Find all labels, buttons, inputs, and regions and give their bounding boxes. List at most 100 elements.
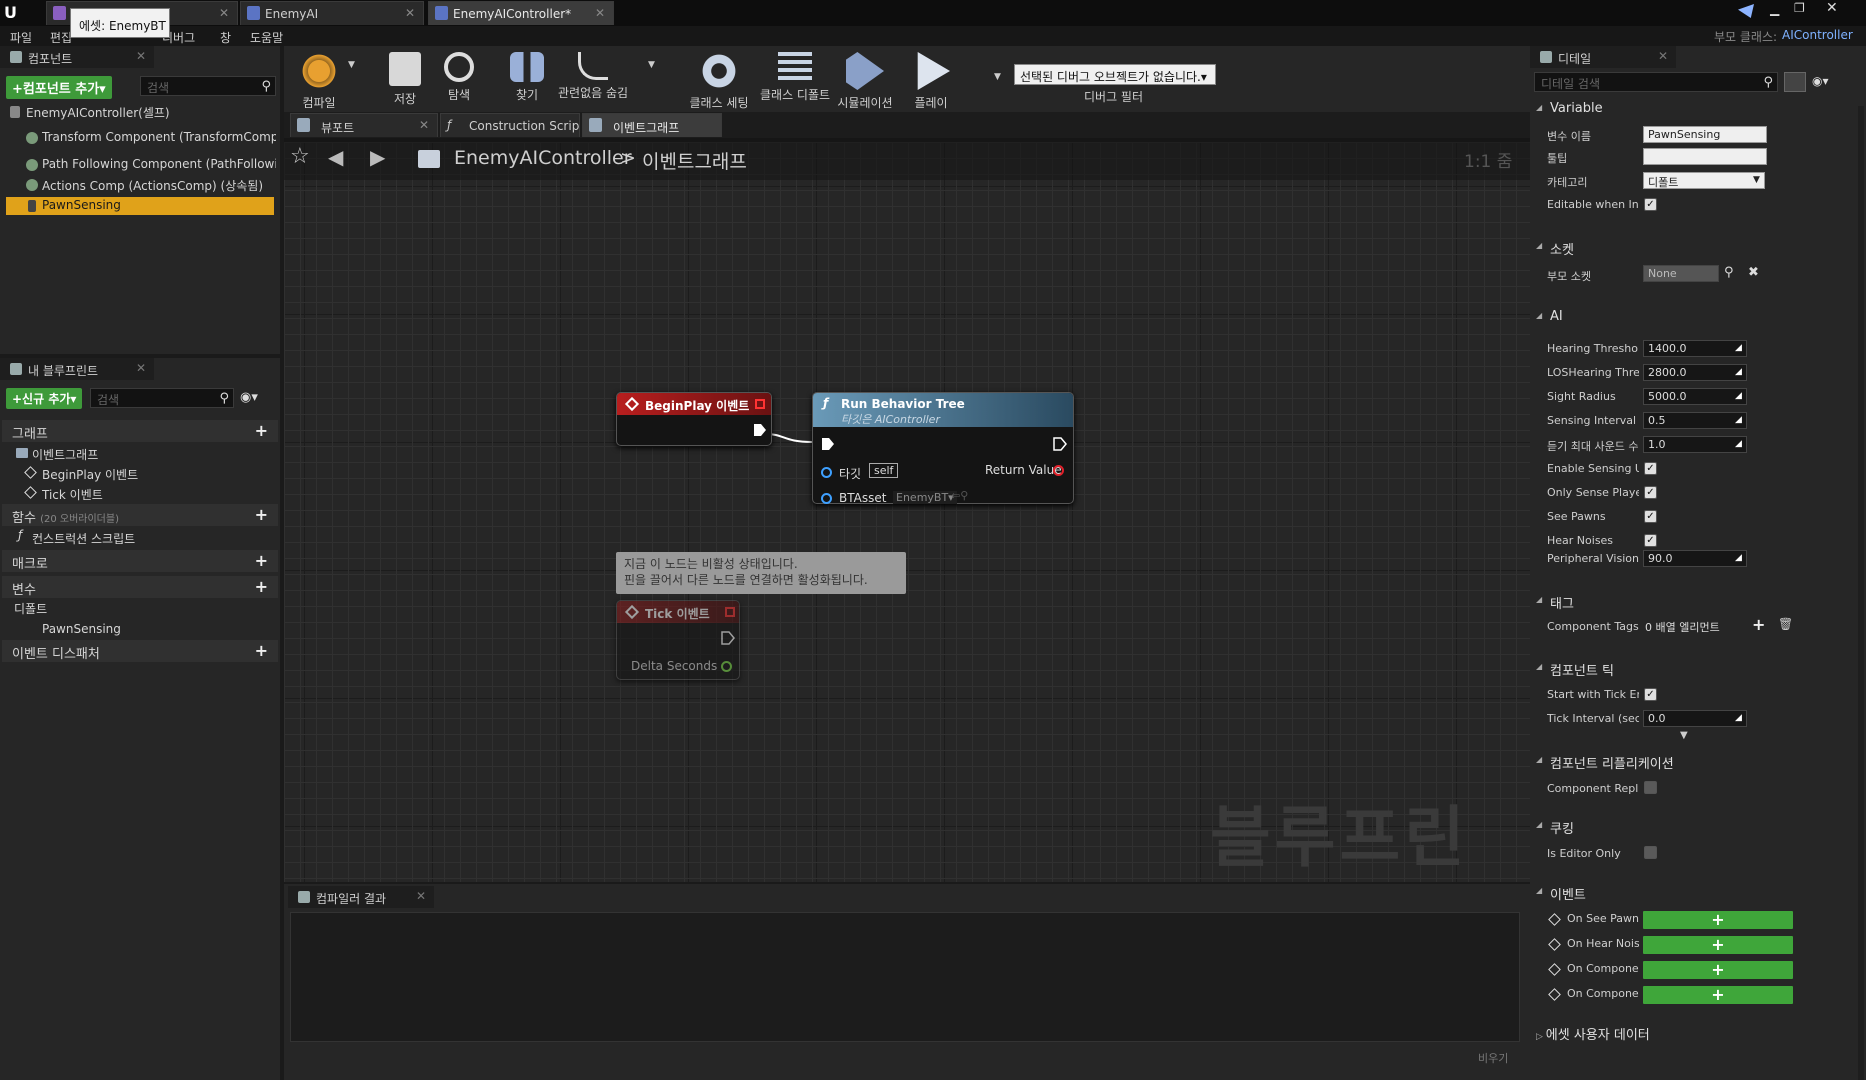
- tick-item[interactable]: Tick 이벤트: [42, 486, 103, 503]
- component-search-input[interactable]: 검색 ⚲: [140, 76, 276, 96]
- class-settings-button[interactable]: 클래스 세팅: [684, 50, 754, 112]
- target-pin[interactable]: [821, 467, 832, 478]
- breadcrumb-blueprint[interactable]: EnemyAIController: [454, 147, 632, 169]
- exec-in-pin[interactable]: [821, 437, 835, 451]
- parent-class-link[interactable]: AIController: [1782, 28, 1853, 42]
- return-value-pin[interactable]: [1053, 465, 1064, 476]
- ai-checkbox[interactable]: ✓: [1644, 510, 1657, 523]
- play-options-icon[interactable]: ▼: [994, 72, 1001, 82]
- variable-pawnsensing[interactable]: PawnSensing: [42, 622, 121, 636]
- close-icon[interactable]: ✕: [419, 118, 429, 132]
- variable-category-default[interactable]: 디폴트: [14, 600, 47, 617]
- debug-object-dropdown[interactable]: 선택된 디버그 오브젝트가 없습니다.▾: [1014, 64, 1216, 85]
- beginplay-node[interactable]: BeginPlay 이벤트: [616, 392, 772, 446]
- back-arrow-icon[interactable]: ◀: [328, 145, 343, 169]
- editable-when-inherited-checkbox[interactable]: ✓: [1644, 198, 1657, 211]
- asset-user-data-section[interactable]: ▷ 에셋 사용자 데이터: [1536, 1024, 1650, 1043]
- tooltip-input[interactable]: [1643, 148, 1767, 165]
- minimize-button[interactable]: ▁: [1770, 2, 1790, 16]
- delegate-pin[interactable]: [725, 607, 735, 617]
- details-section-socket[interactable]: 소켓: [1530, 236, 1866, 258]
- ai-property-input[interactable]: 1.0 ◢: [1643, 436, 1747, 453]
- add-event-button[interactable]: +: [1643, 961, 1793, 979]
- search-socket-icon[interactable]: ⚲: [1724, 265, 1734, 280]
- breadcrumb-graph[interactable]: 이벤트그래프: [642, 147, 747, 174]
- ai-checkbox[interactable]: ✓: [1644, 486, 1657, 499]
- add-function-icon[interactable]: +: [255, 505, 268, 524]
- category-dropdown[interactable]: 디폴트 ▼: [1643, 172, 1765, 189]
- delegate-pin[interactable]: [755, 399, 765, 409]
- ai-property-input[interactable]: 5000.0 ◢: [1643, 388, 1747, 405]
- clear-button[interactable]: 비우기: [1478, 1050, 1508, 1066]
- start-with-tick-checkbox[interactable]: ✓: [1644, 688, 1657, 701]
- simulation-button[interactable]: 시뮬레이션: [830, 50, 900, 112]
- close-icon[interactable]: ✕: [219, 6, 229, 20]
- ai-property-input[interactable]: 1400.0 ◢: [1643, 340, 1747, 357]
- compile-options-icon[interactable]: ▼: [348, 60, 355, 70]
- tab-event-graph[interactable]: 이벤트그래프: [582, 113, 722, 137]
- add-macro-icon[interactable]: +: [255, 551, 268, 570]
- add-event-button[interactable]: +: [1643, 936, 1793, 954]
- details-section-replication[interactable]: 컴포넌트 리플리케이션: [1530, 750, 1866, 772]
- exec-out-pin[interactable]: [753, 423, 767, 437]
- exec-out-pin[interactable]: [1053, 437, 1067, 451]
- property-matrix-icon[interactable]: [1784, 72, 1806, 92]
- is-editor-only-checkbox[interactable]: [1644, 846, 1657, 859]
- details-section-ai[interactable]: AI: [1530, 306, 1866, 328]
- begin-play-item[interactable]: BeginPlay 이벤트: [42, 466, 138, 483]
- find-button[interactable]: 찾기: [492, 50, 562, 112]
- details-section-events[interactable]: 이벤트: [1530, 881, 1866, 903]
- close-icon[interactable]: ✕: [405, 6, 415, 20]
- construction-script-item[interactable]: 컨스트럭션 스크립트: [32, 530, 135, 547]
- details-section-component-tick[interactable]: 컴포넌트 틱: [1530, 657, 1866, 679]
- add-tag-icon[interactable]: +: [1752, 615, 1765, 634]
- tab-enemyaicontroller[interactable]: EnemyAIController* ✕: [428, 1, 614, 25]
- eye-icon[interactable]: ◉▾: [240, 390, 258, 405]
- section-graphs[interactable]: 그래프 +: [2, 420, 278, 442]
- component-item[interactable]: Path Following Component (PathFollowing: [42, 157, 276, 171]
- menu-window[interactable]: 창: [220, 29, 231, 46]
- details-search-input[interactable]: 디테일 검색 ⚲: [1534, 72, 1778, 92]
- hide-unrelated-button[interactable]: 관련없음 숨김: [558, 50, 628, 112]
- tab-construction-script[interactable]: ƒ Construction Scrip: [440, 113, 580, 137]
- blueprint-search-input[interactable]: 검색 ⚲: [90, 388, 234, 408]
- tick-node[interactable]: Tick 이벤트 Delta Seconds: [616, 600, 740, 680]
- component-replicates-checkbox[interactable]: [1644, 781, 1657, 794]
- section-variables[interactable]: 변수 +: [2, 576, 278, 598]
- exec-out-pin[interactable]: [721, 631, 735, 645]
- clear-socket-icon[interactable]: ✖: [1748, 265, 1759, 280]
- section-functions[interactable]: 함수 (20 오버라이더블) +: [2, 504, 278, 526]
- hide-unrelated-options-icon[interactable]: ▼: [648, 60, 655, 70]
- event-graph-item[interactable]: 이벤트그래프: [32, 446, 98, 463]
- btasset-dropdown[interactable]: EnemyBT▾: [893, 491, 957, 504]
- variable-name-input[interactable]: PawnSensing: [1643, 126, 1767, 143]
- source-control-icon[interactable]: [1738, 4, 1754, 18]
- component-item[interactable]: Transform Component (TransformCompon: [42, 130, 276, 144]
- tab-viewport[interactable]: 뷰포트 ✕: [290, 113, 438, 137]
- details-section-variable[interactable]: Variable: [1530, 98, 1866, 120]
- tab-enemyai[interactable]: EnemyAI ✕: [240, 1, 424, 25]
- advanced-expand-icon[interactable]: ▼: [1680, 730, 1688, 741]
- add-event-button[interactable]: +: [1643, 911, 1793, 929]
- ai-property-input[interactable]: 2800.0 ◢: [1643, 364, 1747, 381]
- close-window-button[interactable]: ✕: [1826, 0, 1846, 16]
- component-item-selected[interactable]: PawnSensing: [6, 197, 274, 215]
- peripheral-vision-input[interactable]: 90.0 ◢: [1643, 550, 1747, 567]
- restore-button[interactable]: ❐: [1794, 1, 1814, 15]
- browse-button[interactable]: 탐색: [424, 50, 494, 112]
- ai-checkbox[interactable]: ✓: [1644, 534, 1657, 547]
- tick-interval-input[interactable]: 0.0 ◢: [1643, 710, 1747, 727]
- btasset-pin[interactable]: [821, 493, 832, 504]
- forward-arrow-icon[interactable]: ▶: [370, 145, 385, 169]
- add-dispatcher-icon[interactable]: +: [255, 641, 268, 660]
- menu-edit[interactable]: 편집: [50, 29, 72, 46]
- component-root[interactable]: EnemyAIController(셀프): [26, 104, 276, 121]
- ai-checkbox[interactable]: ✓: [1644, 462, 1657, 475]
- close-icon[interactable]: ✕: [595, 6, 605, 20]
- add-new-button[interactable]: +신규 추가▾: [6, 388, 83, 409]
- play-button[interactable]: 플레이: [896, 50, 966, 112]
- delete-tags-icon[interactable]: 🗑: [1778, 617, 1793, 631]
- add-component-button[interactable]: +컴포넌트 추가▾: [6, 76, 112, 99]
- menu-file[interactable]: 파일: [10, 29, 32, 46]
- add-variable-icon[interactable]: +: [255, 577, 268, 596]
